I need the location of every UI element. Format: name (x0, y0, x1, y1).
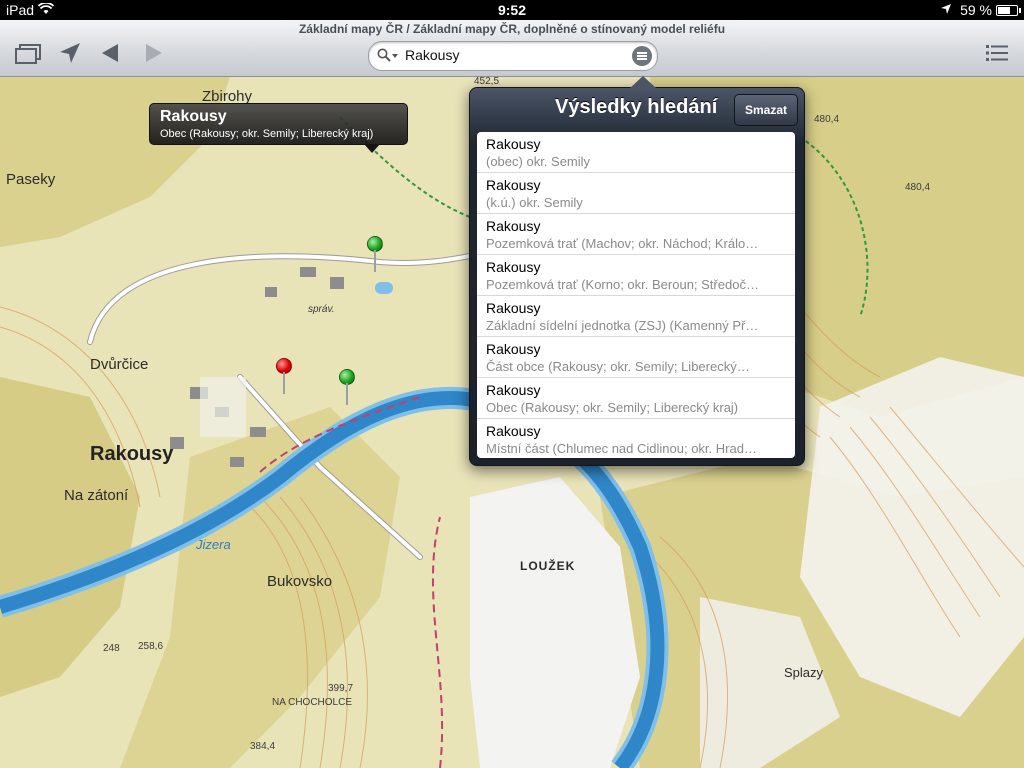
list-icon[interactable] (982, 40, 1012, 66)
result-detail: Pozemková trať (Korno; okr. Beroun; Stře… (486, 277, 759, 292)
search-scope-chevron-icon[interactable] (392, 54, 398, 58)
result-name: Rakousy (486, 300, 541, 316)
search-results-popover: Výsledky hledání Smazat Rakousy (obec) o… (469, 76, 805, 466)
result-name: Rakousy (486, 136, 541, 152)
result-row[interactable]: Rakousy Pozemková trať (Machov; okr. Nác… (477, 214, 795, 255)
back-arrow-icon[interactable] (96, 40, 126, 66)
result-row[interactable]: Rakousy (k.ú.) okr. Semily (477, 173, 795, 214)
result-row[interactable]: Rakousy Obec (Rakousy; okr. Semily; Libe… (477, 378, 795, 419)
result-name: Rakousy (486, 218, 541, 234)
battery-icon (996, 5, 1021, 16)
map-pin-green[interactable] (339, 369, 355, 409)
result-row[interactable]: Rakousy Pozemková trať (Korno; okr. Bero… (477, 255, 795, 296)
clock: 9:52 (497, 2, 527, 18)
forward-arrow-icon[interactable] (138, 40, 168, 66)
battery-percentage: 59 % (960, 2, 992, 18)
result-name: Rakousy (486, 177, 541, 193)
result-detail: Část obce (Rakousy; okr. Semily; Liberec… (486, 359, 750, 374)
search-icon (377, 48, 391, 62)
map-layer-title: Základní mapy ČR / Základní mapy ČR, dop… (298, 22, 726, 36)
map-label-sprav: správ. (308, 304, 335, 315)
result-name: Rakousy (486, 382, 541, 398)
bookmarks-icon[interactable] (632, 46, 652, 66)
search-input[interactable]: Rakousy (368, 41, 658, 71)
location-services-icon (941, 4, 951, 14)
altitude-label: 248 (103, 643, 120, 654)
map-label-paseky: Paseky (6, 171, 56, 188)
result-name: Rakousy (486, 423, 541, 439)
result-name: Rakousy (486, 259, 541, 275)
altitude-label: 480,4 (814, 114, 840, 125)
map-pin-red[interactable] (276, 358, 292, 398)
result-detail: (k.ú.) okr. Semily (486, 195, 583, 210)
result-row[interactable]: Rakousy Základní sídelní jednotka (ZSJ) … (477, 296, 795, 337)
pin-callout[interactable]: Rakousy Obec (Rakousy; okr. Semily; Libe… (149, 103, 408, 153)
result-detail: Obec (Rakousy; okr. Semily; Liberecký kr… (486, 400, 739, 415)
status-bar: iPad 9:52 59 % (0, 0, 1024, 20)
map-label-jizera: Jizera (196, 537, 231, 552)
altitude-label: 452,5 (474, 77, 500, 87)
location-arrow-icon[interactable] (56, 40, 86, 66)
altitude-label: 399,7 (328, 683, 354, 694)
callout-title: Rakousy (160, 108, 227, 125)
result-row[interactable]: Rakousy Místní část (Chlumec nad Cidlino… (477, 419, 795, 458)
map-label-na-zatoni: Na zátoní (64, 487, 129, 504)
result-row[interactable]: Rakousy (obec) okr. Semily (477, 132, 795, 173)
popover-arrow (630, 76, 656, 88)
result-detail: (obec) okr. Semily (486, 154, 591, 169)
map-label-rakousy: Rakousy (90, 443, 174, 465)
altitude-label: 384,4 (250, 741, 276, 752)
map-label-dvurcice: Dvůrčice (90, 356, 149, 373)
popover-title: Výsledky hledání (555, 96, 718, 118)
clear-results-button[interactable]: Smazat (734, 94, 798, 126)
callout-subtitle: Obec (Rakousy; okr. Semily; Liberecký kr… (160, 128, 374, 140)
map-toolbar: Základní mapy ČR / Základní mapy ČR, dop… (0, 20, 1024, 77)
result-detail: Místní část (Chlumec nad Cidlinou; okr. … (486, 441, 757, 456)
layers-icon[interactable] (14, 40, 44, 66)
search-query[interactable]: Rakousy (405, 47, 459, 63)
map-pin-green[interactable] (367, 236, 383, 276)
map-label-na-chocholce: NA CHOCHOLCE (272, 697, 353, 708)
altitude-label: 258,6 (138, 641, 164, 652)
result-name: Rakousy (486, 341, 541, 357)
altitude-label: 480,4 (905, 182, 931, 193)
result-row[interactable]: Rakousy Část obce (Rakousy; okr. Semily;… (477, 337, 795, 378)
map-label-louzek: LOUŽEK (520, 559, 576, 573)
map-label-bukovsko: Bukovsko (267, 573, 333, 590)
result-detail: Pozemková trať (Machov; okr. Náchod; Krá… (486, 236, 759, 251)
result-detail: Základní sídelní jednotka (ZSJ) (Kamenný… (486, 318, 759, 333)
map-label-splazy: Splazy (784, 665, 824, 680)
results-list: Rakousy (obec) okr. Semily Rakousy (k.ú.… (477, 132, 795, 458)
